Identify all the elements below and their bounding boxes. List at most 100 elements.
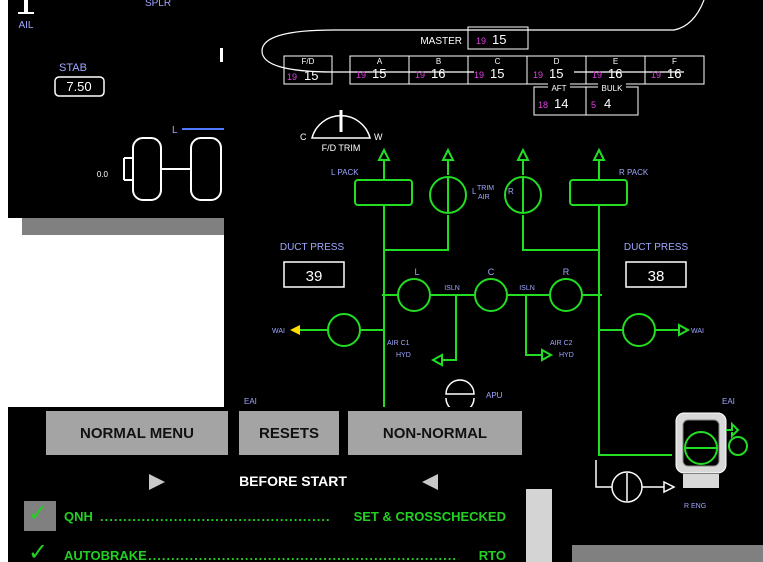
item-label: AUTOBRAKE	[64, 547, 147, 562]
c-isln-valve	[474, 278, 508, 312]
zone-set-temp: 19	[592, 70, 602, 80]
zone-actual-temp: 16	[608, 66, 622, 81]
air-c2-label: AIR C2	[550, 340, 573, 347]
next-page-arrow[interactable]	[422, 474, 438, 490]
fd-set: 19	[287, 72, 297, 82]
zone-set-temp: 19	[474, 70, 484, 80]
zone-label: A	[377, 57, 383, 66]
checklist-title: BEFORE START	[239, 473, 347, 489]
r-pack-label: R PACK	[619, 168, 649, 177]
item-label: QNH	[64, 508, 93, 524]
master-label: MASTER	[420, 36, 462, 47]
r-wai-label: WAI	[691, 328, 704, 335]
l-indicator-bar	[182, 128, 224, 130]
l-isln-valve	[397, 278, 431, 312]
right-duct-press-value: 38	[648, 268, 665, 285]
l-wai-label: WAI	[272, 328, 285, 335]
elevator-display	[123, 137, 222, 201]
fd-trim-w-label: W	[374, 132, 383, 142]
r-isln-label: R	[563, 267, 570, 277]
checklist-window: NORMAL MENU RESETS NON-NORMAL BEFORE STA…	[8, 407, 572, 562]
flight-controls-display: AIL SPLR STAB 7.50 L 0.0	[18, 0, 224, 201]
eai-label-left: EAI	[244, 397, 257, 406]
eai-label-right: EAI	[722, 397, 735, 406]
air-c2-hyd-label: HYD	[559, 352, 574, 359]
trim-air-label-1: TRIM	[477, 185, 494, 192]
aileron-indicator	[24, 0, 28, 14]
window-shadow-right	[572, 545, 763, 562]
l-wai-valve	[327, 313, 361, 347]
wai-left-arrow	[290, 325, 300, 335]
l-isln-label: L	[414, 267, 419, 277]
zone-set-temp: 19	[356, 70, 366, 80]
checklist-item[interactable]: ✓ AUTOBRAKE ............................…	[8, 539, 528, 562]
window-shadow-left	[22, 218, 224, 235]
bulk-actual: 4	[604, 96, 611, 111]
bulk-set: 5	[591, 100, 596, 110]
master-set: 19	[476, 36, 486, 46]
aft-label: AFT	[551, 84, 566, 93]
zone-label: D	[554, 57, 560, 66]
zone-set-temp: 19	[415, 70, 425, 80]
leader-dots: ........................................…	[148, 547, 458, 562]
fd-label: F/D	[302, 57, 315, 66]
trim-air-r: R	[508, 187, 514, 196]
checklist-item[interactable]: ✓ QNH ..................................…	[8, 500, 528, 531]
left-duct-press-label: DUCT PRESS	[280, 242, 345, 253]
apu-valve	[445, 379, 475, 395]
right-duct-press-label: DUCT PRESS	[624, 242, 689, 253]
check-icon: ✓	[28, 500, 49, 527]
aileron-indicator-base	[18, 12, 34, 14]
air-c1-label: AIR C1	[387, 340, 410, 347]
zone-actual-temp: 15	[372, 66, 386, 81]
zone-label: E	[613, 57, 618, 66]
isln-label-right: ISLN	[519, 285, 535, 292]
stab-label: STAB	[59, 62, 87, 74]
master-actual: 15	[492, 32, 506, 47]
bulk-label: BULK	[602, 84, 624, 93]
zone-actual-temp: 16	[431, 66, 445, 81]
l-label: L	[172, 125, 178, 136]
normal-menu-button[interactable]: NORMAL MENU	[46, 411, 228, 455]
aft-set: 18	[538, 100, 548, 110]
checklist-scrollbar[interactable]	[526, 489, 552, 562]
flight-controls-window: AIL SPLR STAB 7.50 L 0.0	[8, 0, 224, 218]
zone-temperatures: A19 15B19 16C19 15D19 15E19 16F19 16	[349, 55, 705, 85]
non-normal-button[interactable]: NON-NORMAL	[348, 411, 522, 455]
fd-trim-c-label: C	[300, 132, 307, 142]
eai-valve	[728, 436, 748, 456]
r-eng-lower	[683, 474, 719, 488]
zone-label: F	[672, 57, 677, 66]
left-duct-press-value: 39	[306, 268, 323, 285]
fd-actual: 15	[304, 68, 318, 83]
zone-actual-temp: 16	[667, 66, 681, 81]
trim-air-label-2: AIR	[478, 194, 490, 201]
c-isln-label: C	[488, 267, 495, 277]
trim-tick	[220, 48, 223, 62]
zone-actual-temp: 15	[549, 66, 563, 81]
apu-label: APU	[486, 391, 503, 400]
zero-label: 0.0	[97, 170, 109, 179]
previous-page-arrow[interactable]	[149, 474, 165, 490]
check-icon: ✓	[28, 539, 49, 562]
l-pack-label: L PACK	[331, 168, 359, 177]
zone-label: C	[495, 57, 501, 66]
zone-set-temp: 19	[651, 70, 661, 80]
r-wai-valve	[622, 313, 656, 347]
leader-dots: ........................................…	[100, 508, 330, 524]
r-isln-valve	[549, 278, 583, 312]
air-c1-hyd-label: HYD	[396, 352, 411, 359]
stab-value: 7.50	[66, 79, 91, 94]
l-pack	[354, 179, 413, 206]
splr-label: SPLR	[145, 0, 171, 9]
aft-actual: 14	[554, 96, 568, 111]
zone-label: B	[436, 57, 441, 66]
resets-button[interactable]: RESETS	[239, 411, 339, 455]
item-value: RTO	[478, 547, 506, 562]
zone-actual-temp: 15	[490, 66, 504, 81]
eai-arrow	[726, 421, 740, 439]
ail-label: AIL	[18, 20, 33, 31]
item-value: SET & CROSSCHECKED	[353, 508, 506, 524]
zone-set-temp: 19	[533, 70, 543, 80]
r-eng-label: R ENG	[684, 503, 706, 510]
